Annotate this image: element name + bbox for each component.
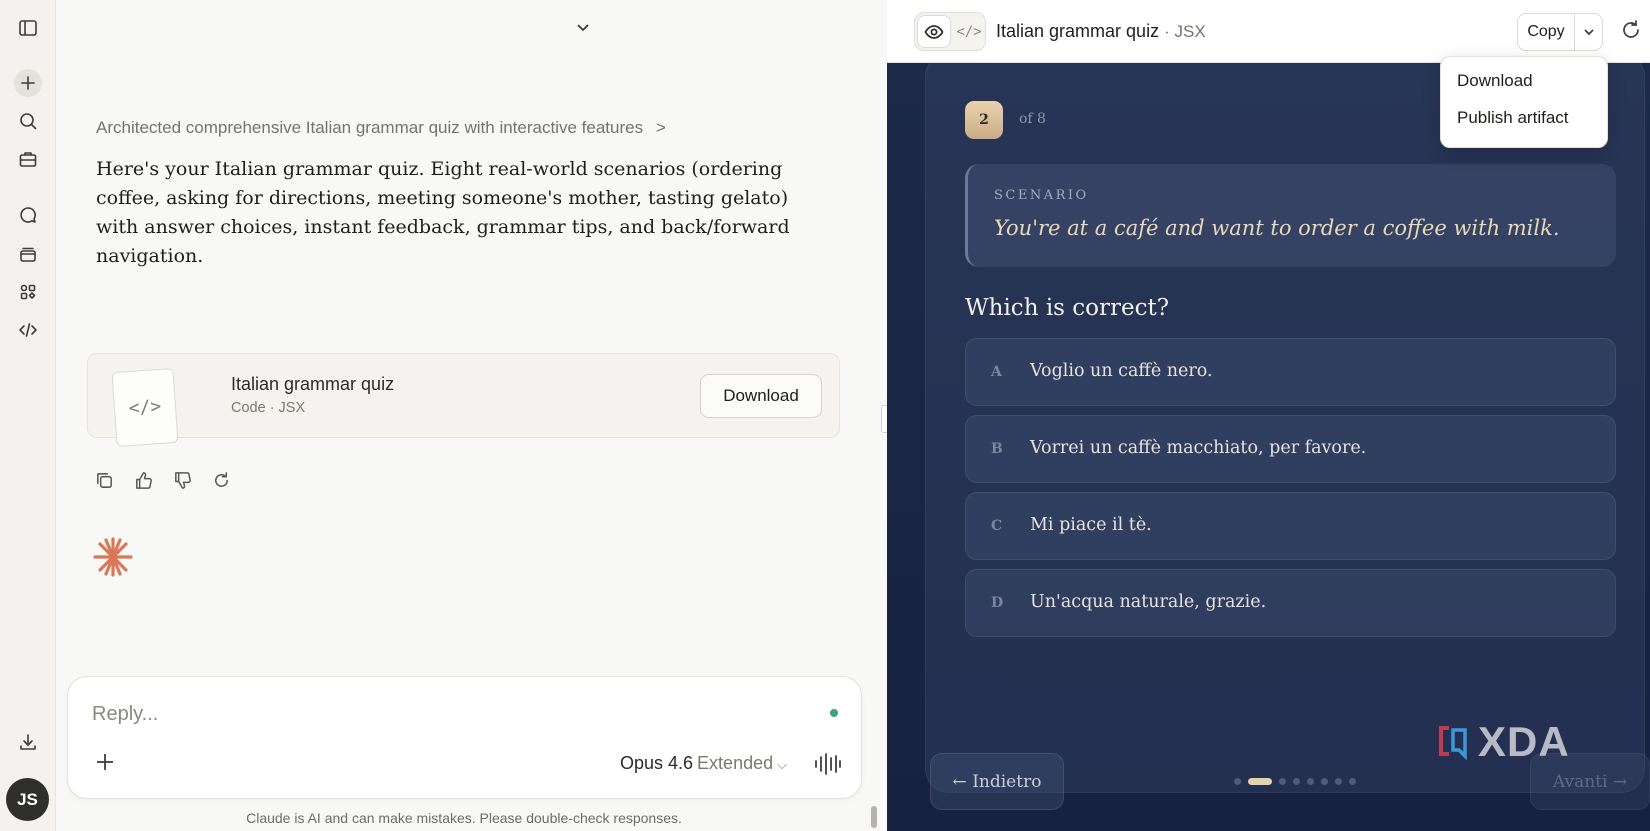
menu-item-publish[interactable]: Publish artifact <box>1457 108 1569 128</box>
option-text: Voglio un caffè nero. <box>1030 361 1213 381</box>
watermark-text: XDA <box>1478 718 1570 765</box>
progress-dot[interactable] <box>1349 777 1356 785</box>
option-letter: D <box>991 595 1004 611</box>
attach-plus-icon[interactable] <box>94 751 120 777</box>
progress-dot[interactable] <box>1293 777 1300 785</box>
thumbs-up-icon[interactable] <box>133 470 155 492</box>
xda-logo-icon <box>1439 726 1467 761</box>
thinking-summary[interactable]: Architected comprehensive Italian gramma… <box>96 118 666 138</box>
chevron-down-icon[interactable] <box>574 18 596 40</box>
progress-dot[interactable] <box>1248 777 1272 785</box>
model-selector[interactable]: Opus 4.6 Extended ⌵ <box>620 753 787 774</box>
reply-input[interactable] <box>92 699 752 729</box>
scrollbar[interactable] <box>871 806 877 828</box>
progress-dot[interactable] <box>1279 777 1286 785</box>
panel-title: Italian grammar quiz · JSX <box>996 21 1206 42</box>
download-app-icon[interactable] <box>14 728 42 756</box>
scenario-label: SCENARIO <box>994 188 1089 203</box>
scenario-text: You're at a café and want to order a cof… <box>994 216 1560 240</box>
answer-option[interactable]: A Voglio un caffè nero. <box>965 338 1616 406</box>
thinking-summary-text: Architected comprehensive Italian gramma… <box>96 118 644 137</box>
option-letter: C <box>991 518 1003 534</box>
answer-option[interactable]: B Vorrei un caffè macchiato, per favore. <box>965 415 1616 483</box>
preview-eye-icon[interactable] <box>917 15 951 48</box>
chevron-down-icon[interactable] <box>1575 14 1603 50</box>
question-count: of 8 <box>1019 111 1046 127</box>
avatar[interactable]: JS <box>6 778 49 821</box>
option-letter: A <box>991 364 1002 380</box>
chats-icon[interactable] <box>14 201 42 229</box>
new-chat-icon[interactable] <box>14 69 42 97</box>
sidebar-toggle-icon[interactable] <box>14 14 42 42</box>
artifact-panel-header: </> Italian grammar quiz · JSX Copy <box>887 0 1650 63</box>
progress-dot[interactable] <box>1335 777 1342 785</box>
option-letter: B <box>991 441 1003 457</box>
model-name: Opus 4.6 <box>620 753 694 773</box>
progress-dot[interactable] <box>1321 777 1328 785</box>
message-actions <box>94 470 233 492</box>
artifact-card[interactable]: </> Italian grammar quiz Code · JSX Down… <box>87 353 840 448</box>
assistant-message: Here's your Italian grammar quiz. Eight … <box>96 158 790 267</box>
code-file-icon: </> <box>111 367 179 448</box>
copy-button[interactable]: Copy <box>1518 14 1575 50</box>
voice-mode-icon[interactable] <box>813 751 841 777</box>
progress-dot[interactable] <box>1234 777 1241 785</box>
copy-icon[interactable] <box>94 470 116 492</box>
answer-option[interactable]: D Un'acqua naturale, grazie. <box>965 569 1616 637</box>
xda-watermark: XDA <box>1435 720 1590 764</box>
artifact-subtitle: Code · JSX <box>231 400 306 416</box>
status-dot <box>830 709 838 717</box>
apps-icon[interactable] <box>14 278 42 306</box>
chevron-right-icon: > <box>655 118 666 137</box>
thumbs-down-icon[interactable] <box>172 470 194 492</box>
artifact-preview: 2 of 8 SCENARIO You're at a café and wan… <box>887 63 1650 831</box>
left-rail: JS <box>0 0 56 831</box>
answer-option[interactable]: C Mi piace il tè. <box>965 492 1616 560</box>
chevron-down-icon: ⌵ <box>777 757 787 772</box>
question-text: Which is correct? <box>965 295 1170 321</box>
panel-lang: · JSX <box>1164 22 1206 41</box>
option-text: Un'acqua naturale, grazie. <box>1030 592 1267 612</box>
model-mode: Extended <box>697 753 774 773</box>
chat-area: Architected comprehensive Italian gramma… <box>56 0 887 831</box>
reply-composer: Opus 4.6Extended⌵ <box>67 676 862 799</box>
refresh-icon[interactable] <box>1620 19 1644 43</box>
back-button[interactable]: ← Indietro <box>930 753 1064 810</box>
menu-item-download[interactable]: Download <box>1457 71 1533 91</box>
option-text: Mi piace il tè. <box>1030 515 1152 535</box>
code-icon[interactable] <box>14 316 42 344</box>
search-icon[interactable] <box>14 107 42 135</box>
artifact-download-button[interactable]: Download <box>700 374 822 418</box>
code-view-icon[interactable]: </> <box>953 15 985 48</box>
artifacts-icon[interactable] <box>14 240 42 268</box>
artifact-title: Italian grammar quiz <box>231 374 395 394</box>
scenario-box: SCENARIO You're at a café and want to or… <box>965 164 1616 267</box>
question-number-badge: 2 <box>965 101 1003 139</box>
progress-dot[interactable] <box>1307 777 1314 785</box>
progress-dots <box>1234 777 1356 785</box>
disclaimer: Claude is AI and can make mistakes. Plea… <box>246 810 682 826</box>
retry-icon[interactable] <box>211 470 233 492</box>
claude-spark-icon <box>92 536 134 578</box>
panel-title-text: Italian grammar quiz <box>996 21 1160 41</box>
option-text: Vorrei un caffè macchiato, per favore. <box>1030 438 1367 458</box>
copy-split-button: Copy <box>1517 13 1603 51</box>
view-toggle: </> <box>914 12 986 51</box>
copy-dropdown-menu: Download Publish artifact <box>1440 56 1608 148</box>
projects-icon[interactable] <box>14 145 42 173</box>
